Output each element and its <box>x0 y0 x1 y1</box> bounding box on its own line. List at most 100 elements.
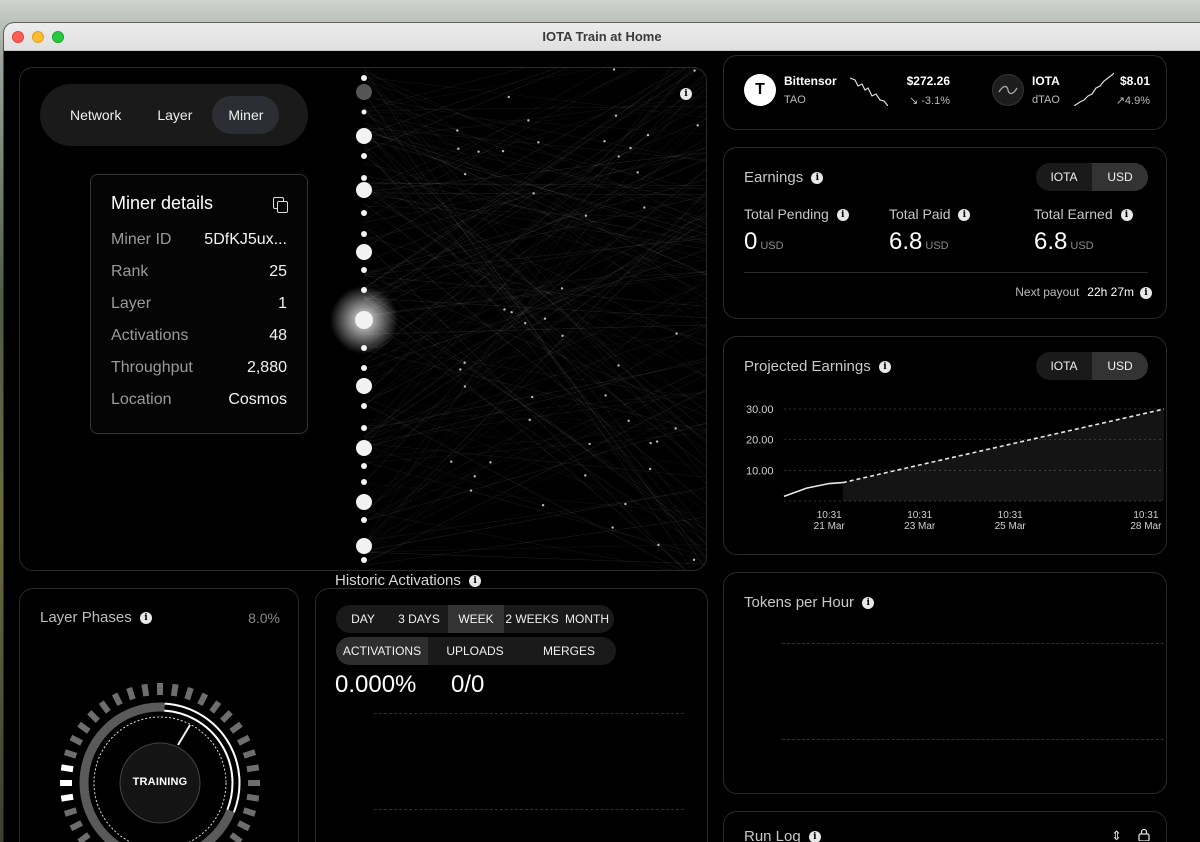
layer-node[interactable] <box>355 311 373 329</box>
minimize-window-button[interactable] <box>32 31 44 43</box>
metric-tab-merges[interactable]: MERGES <box>522 637 616 665</box>
network-particle <box>537 141 540 144</box>
range-tab-day[interactable]: DAY <box>336 605 390 633</box>
network-visualization[interactable] <box>320 68 707 571</box>
tab-layer[interactable]: Layer <box>141 96 208 134</box>
detail-key: Activations <box>111 327 189 344</box>
tokens-per-hour-title: Tokens per Hour i <box>744 594 875 611</box>
layer-node[interactable] <box>361 479 367 485</box>
layer-node[interactable] <box>361 75 367 81</box>
total-paid-label: Total Paid <box>889 206 951 222</box>
range-tab-3-days[interactable]: 3 DAYS <box>390 605 448 633</box>
network-particle <box>624 502 627 506</box>
coin-name-bittensor: Bittensor <box>784 74 837 88</box>
network-particle <box>524 321 527 325</box>
network-particle <box>617 155 620 158</box>
network-particle <box>603 140 606 143</box>
layer-node[interactable] <box>361 403 367 409</box>
detail-row-throughput: Throughput 2,880 <box>111 352 287 384</box>
currency-option-usd[interactable]: USD <box>1092 163 1148 191</box>
x-tick-date: 21 Mar <box>814 521 846 532</box>
layer-node[interactable] <box>356 538 372 554</box>
layer-node[interactable] <box>361 287 367 293</box>
detail-value: 5DfKJ5ux... <box>204 231 287 248</box>
layer-node[interactable] <box>361 153 367 159</box>
network-particle <box>627 419 630 423</box>
network-particle <box>657 543 660 547</box>
layer-node[interactable] <box>356 182 372 198</box>
range-tab-2-weeks[interactable]: 2 WEEKS <box>504 605 560 633</box>
close-window-button[interactable] <box>12 31 24 43</box>
layer-node[interactable] <box>356 494 372 510</box>
tab-miner[interactable]: Miner <box>212 96 280 134</box>
info-icon[interactable]: i <box>139 612 152 625</box>
phase-tick <box>220 710 233 723</box>
miner-details-title: Miner details <box>111 193 214 213</box>
phase-tick <box>141 683 150 697</box>
info-icon[interactable]: i <box>1120 209 1133 222</box>
currency-option-iota[interactable]: IOTA <box>1036 352 1092 380</box>
layer-node[interactable] <box>361 175 367 181</box>
network-particle <box>489 461 492 464</box>
grid-line <box>782 643 1164 644</box>
info-icon[interactable]: i <box>878 361 891 374</box>
network-particle <box>459 368 462 371</box>
network-particle <box>692 558 696 562</box>
layer-node[interactable] <box>361 425 367 431</box>
metric-tab-activations[interactable]: ACTIVATIONS <box>336 637 428 665</box>
info-icon[interactable]: i <box>811 172 824 185</box>
tab-network[interactable]: Network <box>54 96 137 134</box>
info-icon[interactable]: i <box>836 209 849 222</box>
network-particle <box>560 287 564 290</box>
metric-tab-uploads[interactable]: UPLOADS <box>428 637 522 665</box>
y-tick-label: 30.00 <box>746 404 774 416</box>
info-icon[interactable]: i <box>808 831 821 842</box>
info-icon[interactable]: i <box>680 88 692 100</box>
projection-area <box>842 409 1164 501</box>
network-particle <box>696 124 699 127</box>
phase-tick <box>184 686 194 701</box>
sort-updown-icon[interactable]: ⇕ <box>1111 828 1122 842</box>
network-particle <box>528 418 531 422</box>
layer-node[interactable] <box>361 463 367 469</box>
layer-phases-title: Layer Phases i <box>40 609 152 626</box>
info-icon[interactable]: i <box>958 209 971 222</box>
metric-tabs: ACTIVATIONS UPLOADS MERGES <box>336 637 616 665</box>
layer-node[interactable] <box>361 267 367 273</box>
copy-icon[interactable] <box>273 196 288 213</box>
info-icon[interactable]: i <box>469 575 482 588</box>
phase-needle <box>177 724 191 746</box>
layer-node[interactable] <box>356 440 372 456</box>
layer-node[interactable] <box>361 517 367 523</box>
layer-node[interactable] <box>361 231 367 237</box>
unit-label: USD <box>1070 240 1094 252</box>
layer-node[interactable] <box>356 84 372 100</box>
layer-node[interactable] <box>361 345 367 351</box>
layer-node[interactable] <box>361 210 367 216</box>
phase-tick <box>237 734 251 746</box>
detail-row-miner-id: Miner ID 5DfKJ5ux... <box>111 224 287 256</box>
phase-tick <box>77 721 91 734</box>
x-tick-date: 23 Mar <box>904 521 936 532</box>
layer-node[interactable] <box>361 557 367 563</box>
layer-node[interactable] <box>361 365 367 371</box>
currency-option-usd[interactable]: USD <box>1092 352 1148 380</box>
zoom-window-button[interactable] <box>52 31 64 43</box>
x-tick-time: 10:31 <box>998 510 1023 521</box>
network-particle <box>463 172 467 176</box>
range-tab-month[interactable]: MONTH <box>560 605 614 633</box>
layer-node[interactable] <box>356 244 372 260</box>
info-icon[interactable]: i <box>1140 286 1152 299</box>
currency-option-iota[interactable]: IOTA <box>1036 163 1092 191</box>
info-icon[interactable]: i <box>862 597 875 610</box>
network-particle <box>612 68 616 71</box>
total-pending-label: Total Pending <box>744 206 829 222</box>
unit-label: USD <box>925 240 949 252</box>
layer-node[interactable] <box>356 128 372 144</box>
lock-icon[interactable] <box>1138 828 1150 842</box>
range-tab-week[interactable]: WEEK <box>448 605 504 633</box>
network-particle <box>477 150 480 153</box>
layer-node[interactable] <box>356 378 372 394</box>
run-log-panel: Run Log i ⇕ <box>723 811 1167 842</box>
layer-node[interactable] <box>361 109 367 115</box>
